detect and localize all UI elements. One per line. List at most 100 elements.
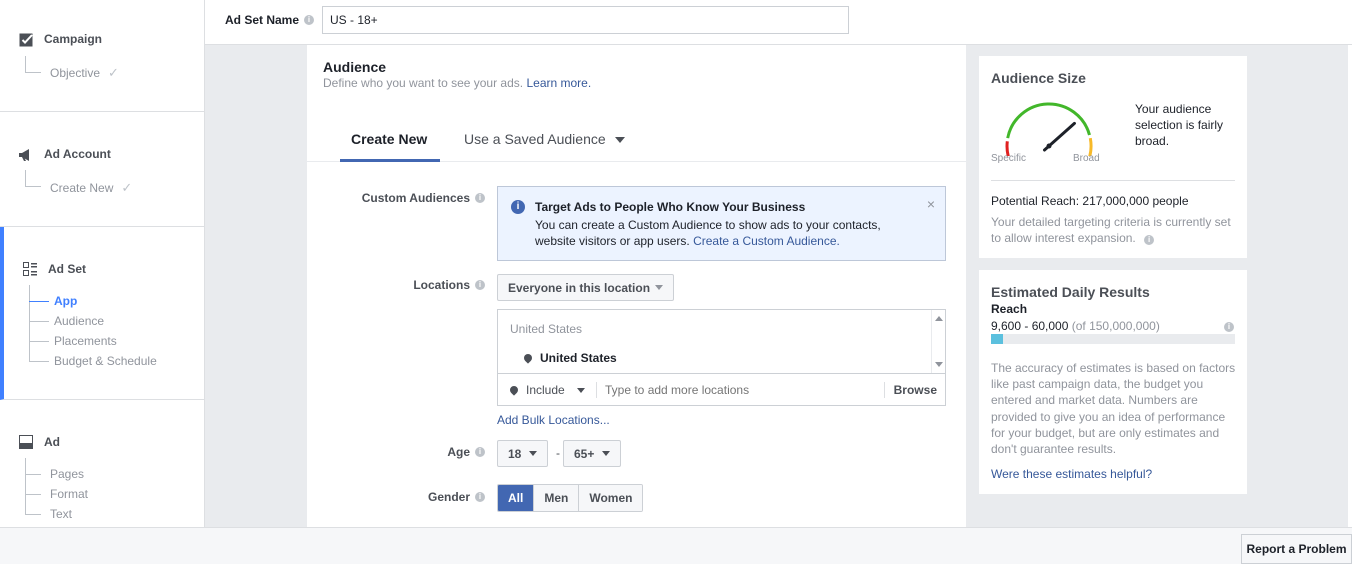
audience-tabs: Create New Use a Saved Audience: [307, 121, 966, 162]
sidebar-section-campaign[interactable]: Campaign Objective ✓: [0, 0, 204, 112]
age-max-value: 65+: [574, 446, 595, 461]
tree-line: [29, 301, 49, 302]
sidebar-section-ad-set[interactable]: Ad Set App Audience Placements Budget & …: [0, 227, 204, 400]
tab-create-new[interactable]: Create New: [340, 131, 440, 162]
gender-label: Gender i: [428, 490, 485, 504]
ad-set-name-input[interactable]: [322, 6, 849, 34]
sidebar-ad-label: Ad: [44, 435, 60, 449]
sidebar-item-audience[interactable]: Audience: [54, 314, 104, 328]
audience-title: Audience: [323, 59, 387, 75]
create-custom-audience-link[interactable]: Create a Custom Audience.: [693, 234, 840, 248]
caret-down-icon: [614, 137, 625, 144]
scroll-down-icon[interactable]: [935, 362, 943, 367]
megaphone-icon: [18, 146, 34, 162]
gauge-specific-label: Specific: [991, 153, 1027, 164]
sidebar-item-app[interactable]: App: [54, 294, 77, 308]
interest-expansion-note: Your detailed targeting criteria is curr…: [991, 214, 1231, 246]
report-problem-button[interactable]: Report a Problem: [1241, 534, 1352, 564]
close-icon[interactable]: ×: [927, 196, 935, 212]
sidebar-item-placements[interactable]: Placements: [54, 334, 117, 348]
locations-box: United States United States Include Brow…: [497, 309, 946, 406]
locations-scrollbar[interactable]: [931, 310, 945, 373]
sidebar-section-ad-account[interactable]: Ad Account Create New ✓: [0, 112, 204, 227]
custom-audiences-label: Custom Audiences i: [362, 191, 485, 205]
include-dropdown[interactable]: Include: [508, 383, 585, 397]
age-min-value: 18: [508, 446, 522, 461]
sidebar-item-format[interactable]: Format: [50, 487, 88, 501]
age-max-select[interactable]: 65+: [563, 440, 622, 467]
ad-set-name-bar: Ad Set Name i: [205, 0, 1352, 45]
divider: [596, 382, 597, 398]
audience-size-card: Audience Size Specific Broad Your audien…: [979, 56, 1247, 258]
location-pin-icon: [522, 352, 534, 364]
info-icon[interactable]: i: [475, 193, 485, 203]
reach-label: Reach: [991, 302, 1028, 316]
page-scrollbar[interactable]: [1348, 45, 1352, 527]
footer-bar: [0, 527, 1352, 564]
tree-line: [25, 170, 26, 186]
sidebar-campaign-heading[interactable]: Campaign: [18, 31, 102, 47]
add-bulk-locations-link[interactable]: Add Bulk Locations...: [497, 413, 610, 427]
tree-line: [25, 72, 41, 73]
learn-more-link[interactable]: Learn more.: [526, 76, 591, 90]
location-pin-icon: [508, 384, 520, 396]
sidebar-item-budget-schedule[interactable]: Budget & Schedule: [54, 354, 157, 368]
sidebar-ad-set-label: Ad Set: [48, 262, 87, 276]
info-icon[interactable]: i: [475, 447, 485, 457]
sidebar-item-objective[interactable]: Objective ✓: [50, 65, 119, 81]
divider: [991, 180, 1235, 181]
location-type-value: Everyone in this location: [508, 280, 651, 295]
tree-line: [25, 474, 41, 475]
sidebar-section-ad[interactable]: Ad Pages Format Text: [0, 400, 204, 527]
sidebar-item-create-new[interactable]: Create New ✓: [50, 180, 132, 196]
location-search-input[interactable]: [605, 379, 875, 401]
tree-line: [25, 186, 41, 187]
interest-expansion-text: Your detailed targeting criteria is curr…: [991, 215, 1231, 245]
reach-progress-bar: [991, 334, 1235, 344]
caret-down-icon: [655, 285, 664, 290]
tree-line: [25, 494, 41, 495]
sidebar-item-label: Create New: [50, 181, 114, 195]
gender-women-button[interactable]: Women: [578, 485, 643, 511]
info-icon[interactable]: i: [475, 492, 485, 502]
custom-audiences-text: Custom Audiences: [361, 191, 470, 205]
tab-saved-label: Use a Saved Audience: [464, 131, 606, 147]
info-icon[interactable]: i: [1224, 322, 1234, 332]
tree-line: [29, 321, 49, 322]
tab-use-saved-audience[interactable]: Use a Saved Audience: [464, 131, 625, 162]
location-input-bar: Include Browse: [498, 373, 945, 405]
audience-size-summary: Your audience selection is fairly broad.: [1135, 102, 1224, 148]
selected-location[interactable]: United States: [522, 351, 617, 365]
info-icon[interactable]: i: [304, 15, 315, 25]
sidebar-nav: Campaign Objective ✓ Ad Account Create N…: [0, 0, 205, 527]
location-country-header: United States: [510, 322, 583, 336]
sidebar-ad-account-heading[interactable]: Ad Account: [18, 146, 111, 162]
notice-body: You can create a Custom Audience to show…: [535, 217, 915, 249]
location-type-dropdown[interactable]: Everyone in this location: [497, 274, 675, 301]
selected-location-text: United States: [540, 351, 617, 365]
tree-line: [29, 341, 49, 342]
sidebar-ad-heading[interactable]: Ad: [18, 434, 60, 450]
gender-men-button[interactable]: Men: [533, 485, 579, 511]
grid-icon: [22, 261, 38, 277]
tree-line: [29, 285, 30, 361]
info-icon[interactable]: i: [475, 280, 485, 290]
age-min-select[interactable]: 18: [497, 440, 549, 467]
reach-range-value: 9,600 - 60,000: [991, 319, 1069, 333]
tree-line: [25, 56, 26, 72]
info-icon[interactable]: i: [1144, 235, 1155, 245]
sidebar-ad-set-heading[interactable]: Ad Set: [22, 261, 86, 277]
estimates-feedback-link[interactable]: Were these estimates helpful?: [991, 467, 1152, 481]
reach-range: 9,600 - 60,000 (of 150,000,000): [991, 319, 1160, 333]
scroll-up-icon[interactable]: [935, 316, 943, 321]
estimated-results-title: Estimated Daily Results: [991, 284, 1150, 300]
browse-button[interactable]: Browse: [894, 383, 937, 397]
gender-all-button[interactable]: All: [498, 485, 534, 511]
reach-total: (of 150,000,000): [1071, 319, 1160, 333]
sidebar-item-text[interactable]: Text: [50, 507, 72, 521]
audience-description-text: Define who you want to see your ads.: [323, 76, 524, 90]
ad-set-name-text: Ad Set Name: [225, 13, 300, 27]
age-range-dash: -: [556, 446, 560, 460]
sidebar-campaign-label: Campaign: [44, 32, 103, 46]
sidebar-item-pages[interactable]: Pages: [50, 467, 84, 481]
